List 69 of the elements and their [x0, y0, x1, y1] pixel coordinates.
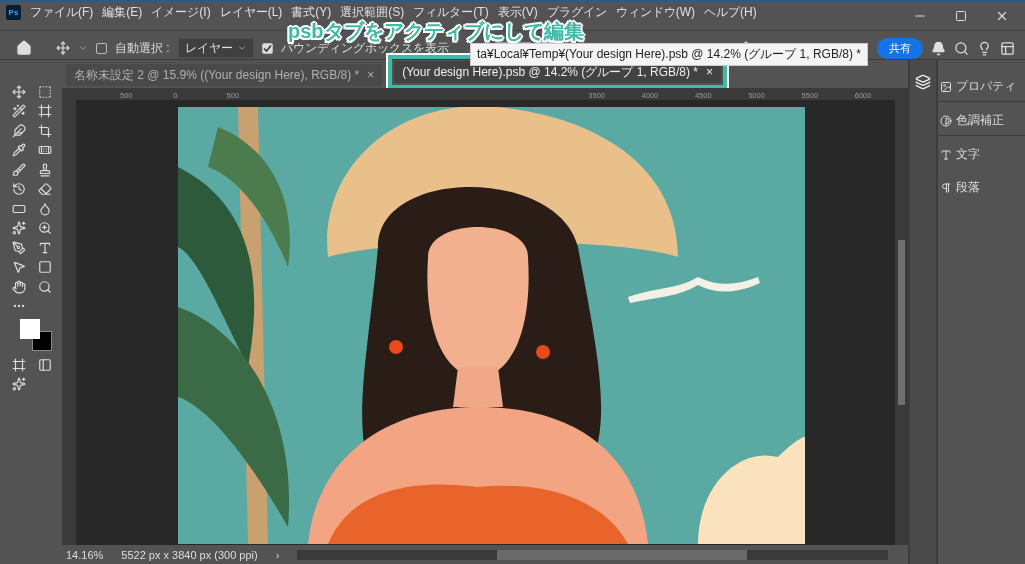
history-brush-icon[interactable]: [12, 182, 26, 197]
zoom-level: 14.16%: [66, 548, 104, 561]
document-info: 5522 px x 3840 px (300 ppi): [121, 548, 258, 561]
half-circle-icon: [940, 114, 952, 127]
marquee-icon[interactable]: [38, 84, 52, 99]
share-button[interactable]: 共有: [877, 37, 923, 59]
tab-close[interactable]: ×: [367, 68, 375, 82]
type-icon: [940, 148, 952, 161]
type-icon[interactable]: [38, 240, 52, 255]
menu-item[interactable]: 編集(E): [102, 5, 143, 19]
magic-wand-icon[interactable]: [12, 104, 26, 119]
tab-close[interactable]: ×: [706, 65, 714, 79]
menu-item[interactable]: ウィンドウ(W): [615, 5, 695, 19]
search-icon[interactable]: [38, 279, 52, 294]
layers-icon[interactable]: [915, 74, 931, 90]
panel-item[interactable]: 色調補正: [938, 106, 1025, 136]
panel-item[interactable]: プロパティ: [938, 72, 1025, 102]
menu-item[interactable]: レイヤー(L): [219, 5, 283, 19]
menu-item[interactable]: 表示(V): [497, 5, 538, 19]
status-arrow[interactable]: ›: [275, 548, 280, 561]
search-icon[interactable]: [954, 40, 969, 56]
brush-icon[interactable]: [12, 162, 26, 177]
crop-icon[interactable]: [38, 123, 52, 138]
bell-icon[interactable]: [931, 40, 946, 56]
layer-dropdown[interactable]: レイヤー: [177, 38, 254, 58]
sparkle-icon[interactable]: [12, 221, 26, 236]
menu-item[interactable]: プラグイン: [546, 5, 607, 19]
drop-icon[interactable]: [38, 201, 52, 216]
menu-item[interactable]: ファイル(F): [30, 5, 94, 19]
panel-item[interactable]: 文字: [938, 140, 1025, 169]
panel-label: 文字: [956, 146, 980, 163]
lightbulb-icon[interactable]: [977, 40, 992, 56]
checkbox[interactable]: [261, 42, 273, 54]
app-logo: Ps: [6, 5, 21, 20]
eyedropper-icon[interactable]: [12, 143, 26, 158]
menu-item[interactable]: 書式(Y): [291, 5, 332, 19]
tooltip: ta¥Local¥Temp¥(Your design Here).psb @ 14.2% (グループ 1, RGB/8) *: [470, 43, 868, 66]
stamp-icon[interactable]: [38, 162, 52, 177]
close-icon[interactable]: [995, 9, 1009, 23]
panel-item[interactable]: 段落: [938, 173, 1025, 202]
chevron-icon: [236, 43, 247, 53]
tab-title: (Your design Here).psb @ 14.2% (グループ 1, RGB/8) *: [402, 63, 699, 81]
pointer-icon[interactable]: [12, 260, 26, 275]
callout-text: psbタブをアクティブにして編集: [288, 21, 584, 41]
panel-label: 段落: [956, 179, 980, 196]
workspace-icon[interactable]: [1000, 40, 1015, 56]
menu-item[interactable]: フィルター(T): [413, 5, 489, 19]
vertical-scrollbar[interactable]: [895, 100, 908, 545]
pen-icon[interactable]: [12, 240, 26, 255]
eraser-icon[interactable]: [38, 182, 52, 197]
move-icon[interactable]: [12, 84, 26, 99]
tab-title: 名称未設定 2 @ 15.9% ((Your design Here), RGB/8) *: [74, 66, 360, 84]
properties-icon: [940, 80, 952, 93]
menu-item[interactable]: イメージ(I): [151, 5, 211, 19]
home-icon[interactable]: [16, 40, 32, 56]
panel-label: 色調補正: [956, 112, 1004, 129]
menu-item[interactable]: ヘルプ(H): [704, 5, 757, 19]
checkbox[interactable]: [96, 42, 107, 54]
menu-item[interactable]: 選択範囲(S): [340, 5, 405, 19]
move-icon[interactable]: [56, 41, 70, 55]
zoom-tool-icon[interactable]: [38, 221, 52, 236]
horizontal-scrollbar[interactable]: [297, 549, 888, 560]
panel-label: プロパティ: [956, 78, 1016, 95]
hand-icon[interactable]: [12, 279, 26, 294]
maximize-icon[interactable]: [955, 10, 967, 22]
checkbox-label: 自動選択 :: [115, 39, 170, 57]
rectangle-icon[interactable]: [38, 260, 52, 275]
document-tab[interactable]: 名称未設定 2 @ 15.9% ((Your design Here), RGB/8) * ×: [66, 64, 383, 86]
pilcrow-icon: [940, 181, 952, 194]
